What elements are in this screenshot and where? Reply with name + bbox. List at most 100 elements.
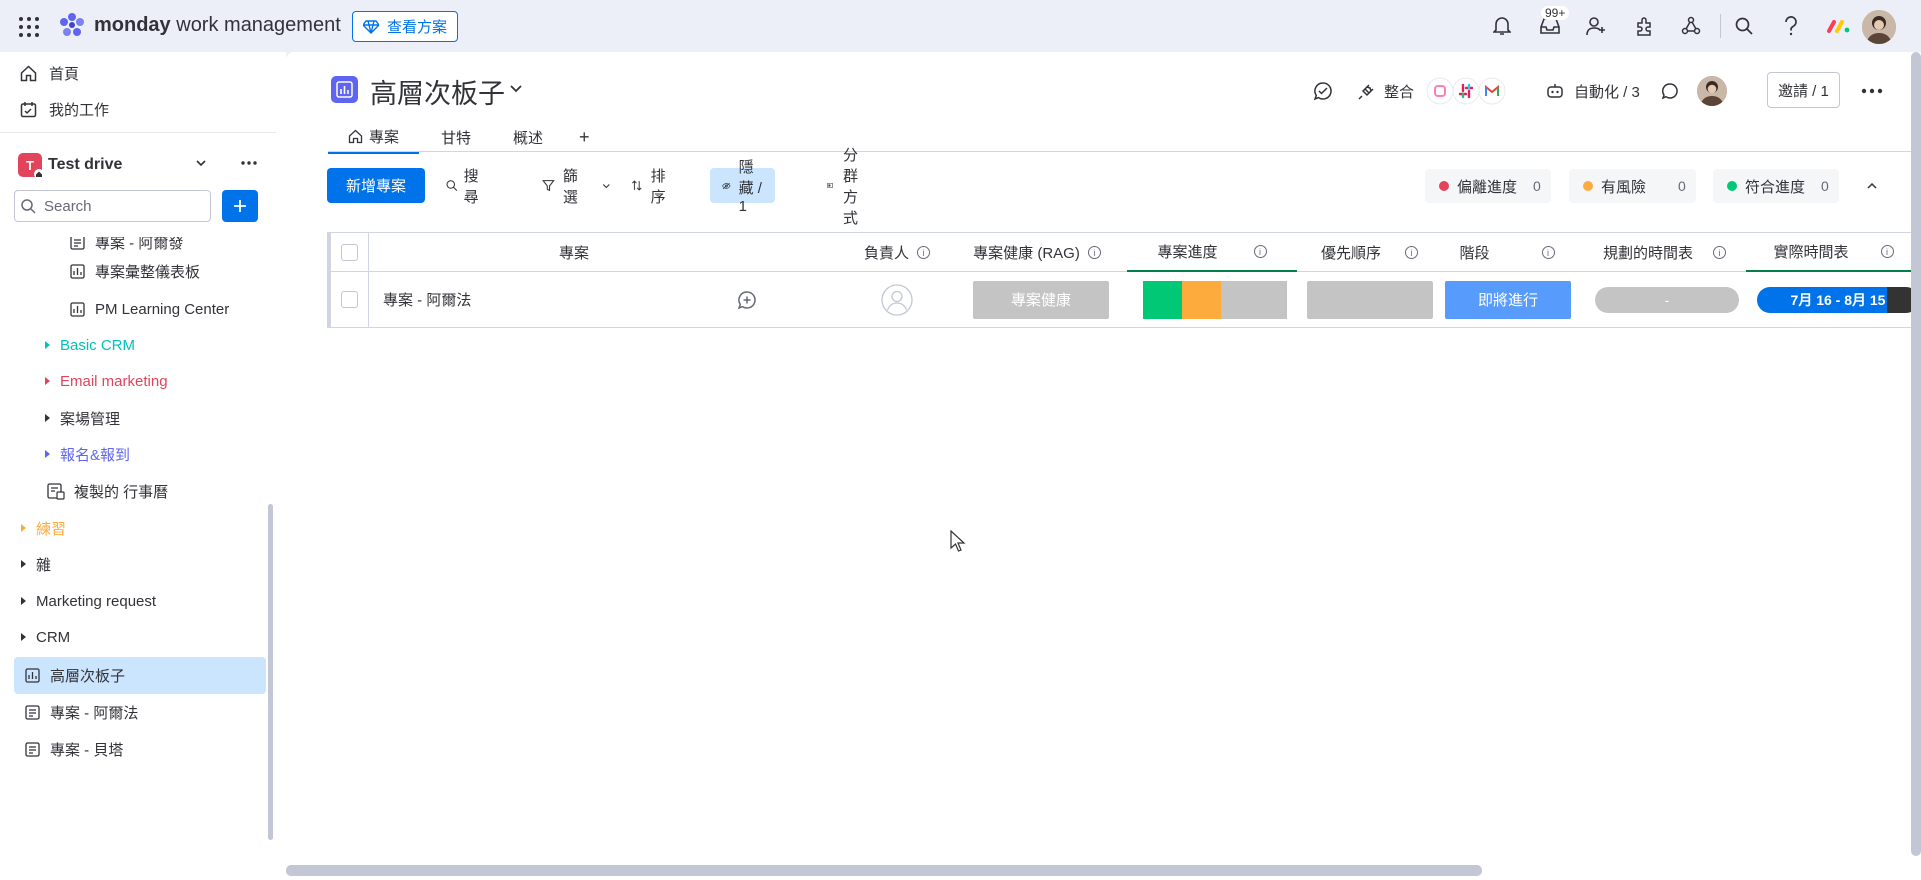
select-all-checkbox[interactable] — [331, 233, 368, 271]
collapse-pills-icon[interactable] — [1860, 174, 1884, 198]
gmail-icon — [1478, 77, 1506, 105]
sidebar-search-input[interactable]: Search — [14, 190, 211, 222]
table-row[interactable]: 專案 - 阿爾法 專案健康 即將進行 - 7月 16 - 8月 15 — [327, 272, 1921, 328]
info-icon[interactable]: i — [1541, 246, 1555, 259]
see-plans-button[interactable]: 查看方案 — [352, 11, 459, 42]
monday-products-icon[interactable] — [1826, 14, 1850, 38]
apps-grid-icon[interactable] — [18, 16, 40, 38]
column-header-owner[interactable]: 負責人 i — [842, 233, 952, 272]
new-project-button[interactable]: 新增專案 — [327, 168, 425, 203]
integrate-button[interactable]: 整合 — [1358, 74, 1506, 108]
column-header-project[interactable]: 專案 — [369, 233, 779, 272]
horizontal-scrollbar[interactable] — [286, 865, 1482, 876]
tab-main-table[interactable]: 專案 — [328, 120, 420, 154]
tree-item-board[interactable]: 專案 - 阿爾法 — [25, 697, 138, 727]
tree-folder-email-marketing[interactable]: Email marketing — [45, 366, 168, 396]
add-update-icon[interactable] — [732, 272, 762, 327]
tree-folder-misc[interactable]: 雜 — [21, 549, 51, 579]
board-more-options-icon[interactable] — [1861, 74, 1883, 108]
priority-cell[interactable] — [1302, 272, 1437, 327]
tree-item-dashboard-active[interactable]: 高層次板子 — [14, 657, 266, 694]
more-options-icon[interactable] — [240, 156, 258, 170]
add-item-button[interactable] — [222, 190, 258, 222]
info-icon[interactable]: i — [1253, 245, 1267, 258]
board-icon — [25, 704, 40, 720]
sort-button[interactable]: 排序 — [631, 168, 671, 206]
user-avatar[interactable] — [1862, 10, 1896, 44]
tree-item-label: PM Learning Center — [95, 300, 230, 318]
info-icon[interactable]: i — [1880, 245, 1894, 258]
info-icon[interactable]: i — [1087, 246, 1101, 259]
hide-columns-button[interactable]: 隱藏 / 1 — [710, 159, 776, 215]
integration-logos — [1426, 77, 1506, 105]
integrations-network-icon[interactable] — [1679, 14, 1703, 38]
tree-folder-crm[interactable]: CRM — [21, 622, 70, 652]
filter-button[interactable]: 篩選 — [542, 168, 612, 206]
at-risk-dot — [1583, 181, 1593, 191]
sidebar-scrollbar[interactable] — [268, 504, 273, 840]
tree-item-dashboard[interactable]: 專案彙整儀表板 — [70, 256, 200, 286]
info-icon[interactable]: i — [1405, 246, 1418, 259]
tree-item-board[interactable]: 專案 - 阿爾發 — [70, 237, 183, 257]
tree-folder-basic-crm[interactable]: Basic CRM — [45, 330, 135, 360]
stage-cell[interactable]: 即將進行 — [1443, 272, 1573, 327]
board-title[interactable]: 高層次板子 — [370, 72, 505, 111]
tab-overview[interactable]: 概述 — [493, 120, 563, 154]
column-header-progress[interactable]: 專案進度 i — [1127, 233, 1297, 272]
tree-item-label: 複製的 行事曆 — [74, 483, 169, 501]
add-view-button[interactable]: + — [563, 120, 606, 154]
group-by-label: 分群方式 — [843, 146, 859, 227]
group-by-button[interactable]: 分群方式 — [827, 147, 867, 227]
board-member-avatar[interactable] — [1697, 76, 1727, 106]
search-button[interactable]: 搜尋 — [446, 168, 484, 206]
column-header-actual-timeline[interactable]: 實際時間表 i — [1746, 233, 1921, 272]
tree-folder-site-management[interactable]: 案場管理 — [45, 403, 120, 433]
actual-timeline-cell[interactable]: 7月 16 - 8月 15 — [1753, 272, 1921, 327]
notifications-bell-icon[interactable] — [1490, 14, 1514, 38]
tree-item-label: CRM — [36, 628, 71, 646]
column-header-priority[interactable]: 優先順序 i — [1302, 233, 1437, 272]
monday-flower-icon — [60, 13, 84, 36]
row-checkbox[interactable] — [331, 272, 368, 327]
chevron-down-icon[interactable] — [194, 156, 208, 170]
integrate-label: 整合 — [1384, 83, 1415, 101]
row-project-name[interactable]: 專案 - 阿爾法 — [383, 272, 471, 327]
tree-item-dashboard[interactable]: PM Learning Center — [70, 294, 229, 324]
tree-item-board[interactable]: 複製的 行事曆 — [47, 476, 168, 506]
vertical-scrollbar[interactable] — [1911, 52, 1921, 856]
tree-folder-registration[interactable]: 報名&報到 — [45, 439, 130, 469]
search-label: 搜尋 — [463, 167, 479, 206]
column-header-planned-timeline[interactable]: 規劃的時間表 i — [1582, 233, 1747, 272]
comment-icon[interactable] — [1661, 74, 1679, 108]
pill-off-track[interactable]: 偏離進度 0 — [1425, 169, 1551, 203]
column-header-health[interactable]: 專案健康 (RAG) i — [957, 233, 1117, 272]
on-track-dot — [1727, 181, 1737, 191]
tree-item-board[interactable]: 專案 - 貝塔 — [25, 734, 123, 764]
pill-at-risk[interactable]: 有風險 0 — [1569, 169, 1696, 203]
chevron-down-icon[interactable] — [508, 82, 524, 96]
health-cell[interactable]: 專案健康 — [971, 272, 1111, 327]
pill-on-track[interactable]: 符合進度 0 — [1713, 169, 1839, 203]
info-icon[interactable]: i — [1713, 246, 1726, 259]
sidebar-my-work[interactable]: 我的工作 — [20, 94, 109, 124]
sidebar-tree: 專案 - 阿爾發 專案彙整儀表板 PM Learning Center Basi… — [0, 237, 276, 880]
info-icon[interactable]: i — [917, 246, 930, 259]
help-icon[interactable] — [1779, 14, 1803, 38]
tab-gantt[interactable]: 甘特 — [419, 120, 493, 154]
chevron-down-icon[interactable] — [601, 179, 612, 193]
invite-members-icon[interactable] — [1584, 14, 1608, 38]
monday-logo[interactable]: monday work management — [58, 12, 341, 38]
tree-folder-marketing-request[interactable]: Marketing request — [21, 586, 156, 616]
automations-button[interactable]: 自動化 / 3 — [1546, 74, 1640, 108]
search-icon[interactable] — [1732, 14, 1756, 38]
invite-button[interactable]: 邀請 / 1 — [1767, 72, 1840, 108]
sidebar-home[interactable]: 首頁 — [20, 58, 79, 88]
column-header-stage[interactable]: 階段 i — [1437, 233, 1577, 272]
apps-marketplace-icon[interactable] — [1632, 14, 1656, 38]
workspace-selector[interactable]: T Test drive — [18, 150, 258, 180]
progress-cell[interactable] — [1140, 272, 1290, 327]
updates-icon[interactable] — [1313, 74, 1333, 108]
planned-timeline-cell[interactable]: - — [1592, 272, 1742, 327]
tree-folder-practice[interactable]: 練習 — [21, 513, 66, 543]
owner-cell[interactable] — [832, 272, 962, 327]
